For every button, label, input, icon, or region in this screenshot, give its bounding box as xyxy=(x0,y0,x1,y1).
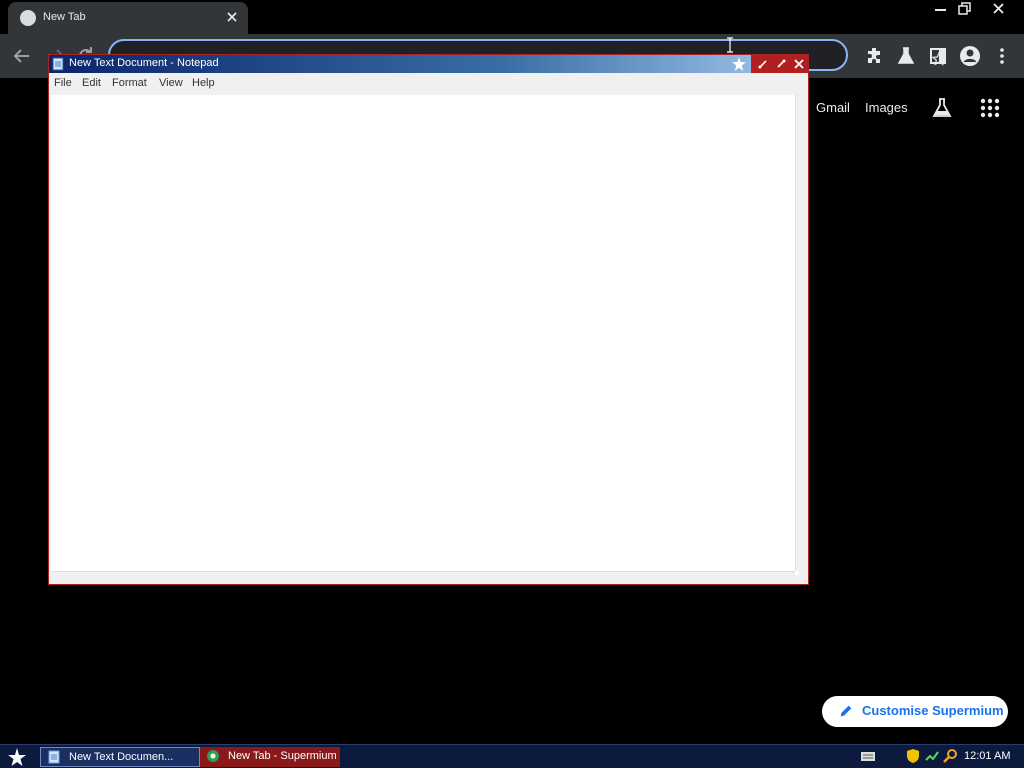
tab-new-tab[interactable]: New Tab xyxy=(8,2,248,34)
customise-label: Customise Supermium xyxy=(862,703,1004,718)
extensions-icon[interactable] xyxy=(862,44,886,68)
customise-button[interactable]: Customise Supermium xyxy=(822,696,1008,727)
close-icon[interactable] xyxy=(224,9,240,25)
menu-view[interactable]: View xyxy=(159,77,183,89)
profile-icon[interactable] xyxy=(958,44,982,68)
close-icon[interactable] xyxy=(793,58,805,70)
keyboard-icon[interactable] xyxy=(860,750,876,762)
horizontal-scrollbar[interactable] xyxy=(51,571,795,582)
notepad-menubar: File Edit Format View Help xyxy=(49,73,808,93)
back-arrow-icon[interactable] xyxy=(10,44,34,68)
maximize-icon[interactable] xyxy=(775,58,787,70)
taskbar-item-label: New Tab - Supermium xyxy=(228,750,337,762)
browser-icon xyxy=(207,750,219,762)
shield-icon[interactable] xyxy=(906,748,920,764)
tab-title: New Tab xyxy=(43,11,86,23)
menu-help[interactable]: Help xyxy=(192,77,215,89)
vertical-scrollbar[interactable] xyxy=(795,95,807,571)
menu-file[interactable]: File xyxy=(54,77,72,89)
close-icon[interactable] xyxy=(984,0,1014,18)
notepad-title: New Text Document - Notepad xyxy=(69,57,219,69)
notepad-text-area[interactable] xyxy=(51,95,799,575)
images-link[interactable]: Images xyxy=(865,100,908,115)
minimize-icon[interactable] xyxy=(757,58,769,70)
pencil-icon xyxy=(840,705,852,717)
gmail-link[interactable]: Gmail xyxy=(816,100,850,115)
apps-grid-icon[interactable] xyxy=(978,96,1002,120)
notepad-window: New Text Document - Notepad File Edit Fo… xyxy=(48,54,809,585)
notepad-icon xyxy=(48,750,60,764)
search-icon[interactable] xyxy=(942,748,958,764)
text-cursor-icon xyxy=(727,37,733,53)
taskbar-item-notepad[interactable]: New Text Documen... xyxy=(40,747,200,767)
taskbar-item-label: New Text Documen... xyxy=(69,751,174,763)
menu-format[interactable]: Format xyxy=(112,77,147,89)
clock: 12:01 AM xyxy=(964,750,1011,762)
menu-edit[interactable]: Edit xyxy=(82,77,101,89)
tab-strip: New Tab xyxy=(0,0,1024,34)
taskbar-item-browser[interactable]: New Tab - Supermium xyxy=(200,747,340,767)
globe-icon xyxy=(20,10,36,26)
pin-star-icon[interactable] xyxy=(731,56,747,72)
taskbar: New Text Documen... New Tab - Supermium … xyxy=(0,744,1024,768)
notepad-icon xyxy=(52,57,64,71)
kebab-menu-icon[interactable] xyxy=(990,44,1014,68)
start-button-icon[interactable] xyxy=(6,747,28,767)
network-icon[interactable] xyxy=(924,748,940,764)
labs-flask-icon[interactable] xyxy=(930,96,954,120)
restore-icon[interactable] xyxy=(950,0,980,18)
notepad-window-controls xyxy=(751,55,808,73)
notepad-titlebar[interactable]: New Text Document - Notepad xyxy=(49,55,808,73)
labs-flask-icon[interactable] xyxy=(894,44,918,68)
side-panel-icon[interactable] xyxy=(926,44,950,68)
